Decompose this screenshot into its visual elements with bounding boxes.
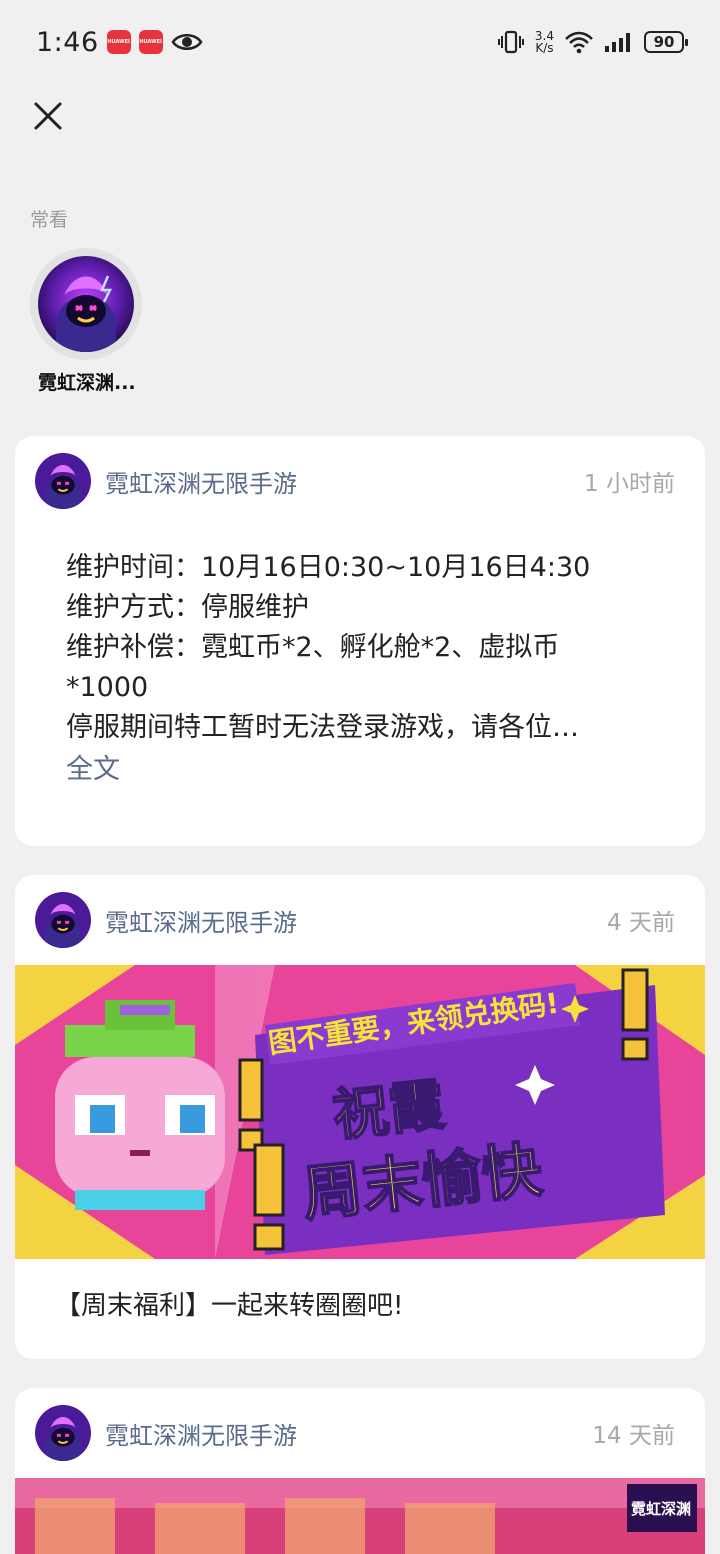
network-speed: 3.4 K/s bbox=[534, 29, 554, 55]
post-author[interactable]: 霓虹深渊无限手游 bbox=[105, 1416, 297, 1451]
huawei-app-icon: HUAWEI bbox=[138, 30, 163, 54]
close-button[interactable] bbox=[30, 98, 66, 134]
post-text-line: 停服期间特工暂时无法登录游戏，请各位… bbox=[66, 712, 579, 743]
post-text-line: *1000 bbox=[66, 672, 149, 703]
post-text-line: 维护时间：10月16日0:30~10月16日4:30 bbox=[66, 552, 591, 583]
avatar bbox=[38, 256, 134, 352]
post-timestamp: 1 小时前 bbox=[584, 471, 675, 497]
post-text[interactable]: 维护时间：10月16日0:30~10月16日4:30 维护方式：停服维护 维护补… bbox=[15, 526, 705, 792]
post-text-line: 维护方式：停服维护 bbox=[66, 592, 309, 623]
avatar[interactable] bbox=[35, 1405, 91, 1461]
signal-icon bbox=[604, 31, 634, 53]
post-card[interactable]: 霓虹深渊无限手游 1 小时前 维护时间：10月16日0:30~10月16日4:3… bbox=[15, 436, 705, 846]
frequent-section-label: 常看 bbox=[30, 209, 69, 231]
wifi-icon bbox=[564, 30, 594, 54]
battery-indicator: 90 bbox=[644, 31, 688, 53]
frequent-account-item[interactable]: 霓虹深渊... bbox=[30, 248, 148, 395]
post-header: 霓虹深渊无限手游 14 天前 bbox=[15, 1388, 705, 1478]
post-header: 霓虹深渊无限手游 4 天前 bbox=[15, 875, 705, 965]
avatar[interactable] bbox=[35, 453, 91, 509]
read-full-link[interactable]: 全文 bbox=[66, 748, 655, 792]
post-author[interactable]: 霓虹深渊无限手游 bbox=[105, 903, 297, 938]
post-text-line: 维护补偿：霓虹币*2、孵化舱*2、虚拟币 bbox=[66, 632, 560, 663]
post-header: 霓虹深渊无限手游 1 小时前 bbox=[15, 436, 705, 526]
post-card[interactable]: 霓虹深渊无限手游 4 天前 图不重要，来领兑换码! 祝霞 周末愉快 【周末福利】… bbox=[15, 875, 705, 1359]
status-time: 1:46 bbox=[36, 26, 99, 58]
post-caption[interactable]: 【周末福利】一起来转圈圈吧! bbox=[15, 1259, 705, 1348]
eye-icon bbox=[171, 31, 203, 53]
banner-title-line1: 祝霞 bbox=[330, 1073, 448, 1149]
banner-logo: 霓虹深渊 bbox=[631, 1500, 691, 1518]
post-author[interactable]: 霓虹深渊无限手游 bbox=[105, 464, 297, 499]
avatar[interactable] bbox=[35, 892, 91, 948]
avatar-ring bbox=[30, 248, 142, 360]
huawei-app-icon: HUAWEI bbox=[106, 30, 131, 54]
status-bar: 1:46 HUAWEI HUAWEI 3.4 K/s 90 bbox=[0, 0, 720, 84]
post-banner-image[interactable]: 霓虹深渊 bbox=[15, 1478, 705, 1554]
post-card[interactable]: 霓虹深渊无限手游 14 天前 霓虹深渊 bbox=[15, 1388, 705, 1554]
close-icon bbox=[34, 102, 62, 130]
post-banner-image[interactable]: 图不重要，来领兑换码! 祝霞 周末愉快 bbox=[15, 965, 705, 1259]
post-timestamp: 14 天前 bbox=[592, 1423, 675, 1449]
frequent-account-name: 霓虹深渊... bbox=[38, 372, 136, 394]
vibrate-icon bbox=[497, 30, 525, 54]
post-timestamp: 4 天前 bbox=[607, 910, 675, 936]
